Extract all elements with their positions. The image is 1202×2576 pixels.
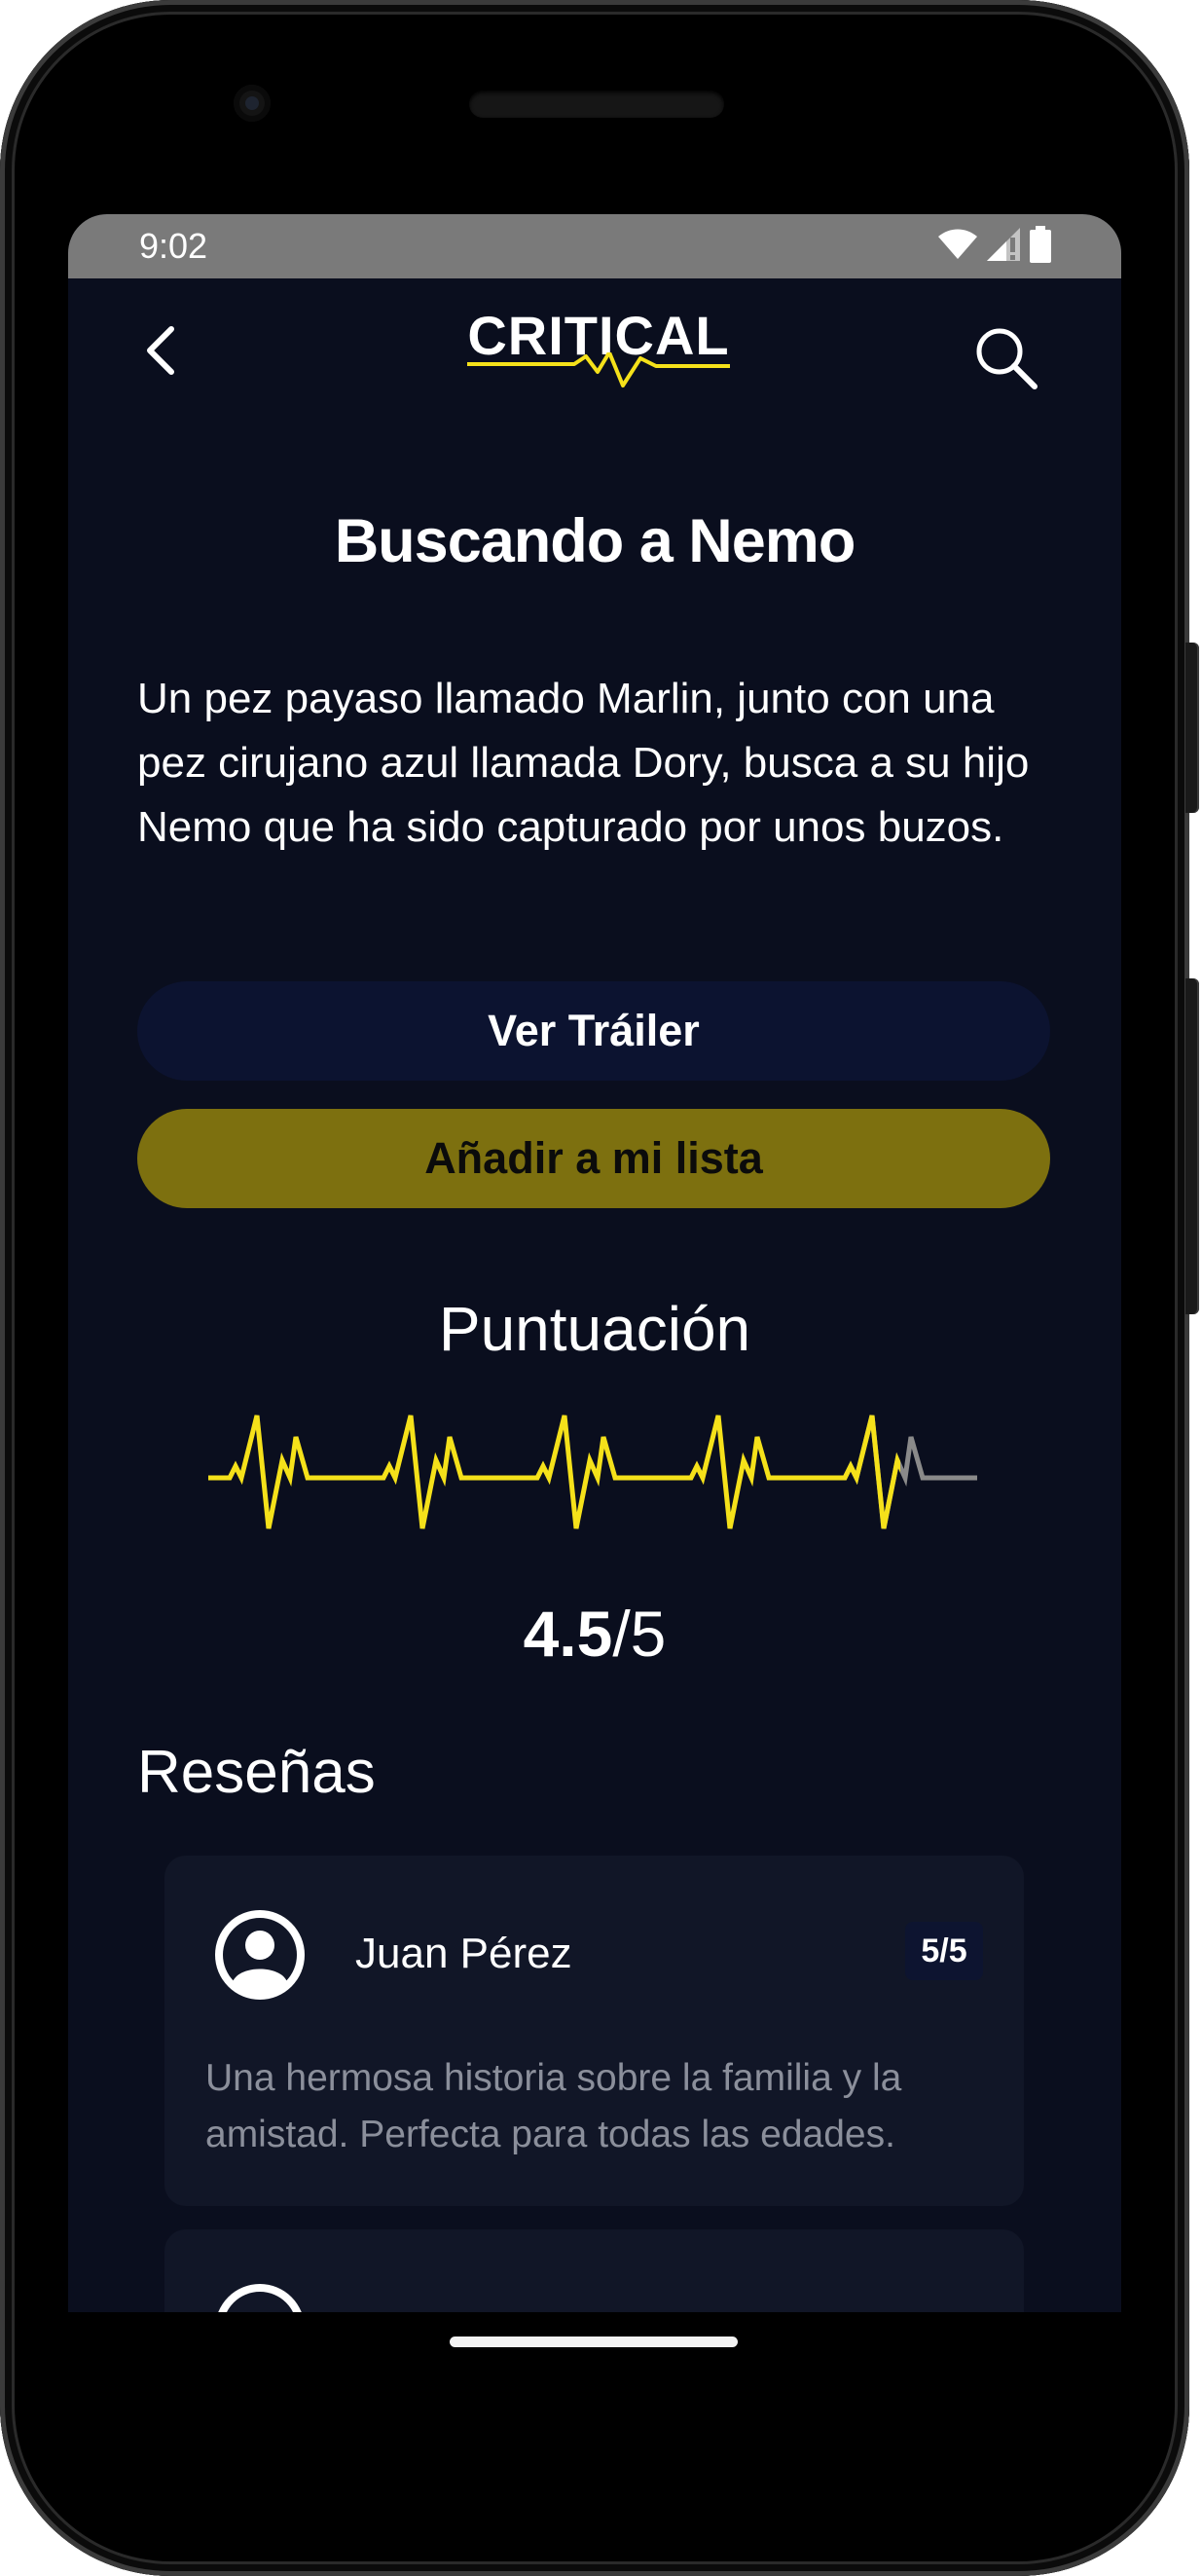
movie-synopsis: Un pez payaso llamado Marlin, junto con … [137, 675, 1030, 851]
score-beat [670, 1415, 823, 1529]
review-card[interactable] [164, 2229, 1024, 2312]
review-text: Una hermosa historia sobre la familia y … [205, 2057, 902, 2155]
status-icons [938, 225, 1051, 268]
search-button[interactable] [969, 321, 1043, 395]
front-camera [234, 85, 271, 122]
review-card[interactable]: Juan Pérez 5/5 Una hermosa historia sobr… [164, 1856, 1024, 2206]
review-author: Juan Pérez [355, 1930, 572, 1977]
score-max: /5 [612, 1598, 667, 1670]
score-beat [516, 1415, 670, 1529]
volume-button [1185, 978, 1199, 1314]
app-logo: CRITICAL [467, 304, 730, 397]
phone-frame: 9:02 CRITICAL Buscando a Nemo Un pez pay… [0, 0, 1202, 2576]
status-bar: 9:02 [68, 214, 1121, 278]
score-heartbeat-meter [208, 1415, 977, 1529]
score-beat-partial [823, 1415, 900, 1529]
watch-trailer-button[interactable]: Ver Tráiler [137, 981, 1050, 1081]
reviews-title: Reseñas [137, 1739, 376, 1806]
wifi-icon [938, 229, 977, 265]
score-value: 4.5/5 [68, 1597, 1121, 1671]
user-avatar-icon [218, 2284, 302, 2312]
user-avatar-icon [215, 1910, 305, 2000]
back-button[interactable] [136, 326, 183, 375]
score-number: 4.5 [523, 1598, 613, 1670]
movie-title: Buscando a Nemo [334, 507, 856, 575]
score-beat [362, 1415, 516, 1529]
app-screen: 9:02 CRITICAL Buscando a Nemo Un pez pay… [68, 214, 1121, 2312]
chevron-left-icon [147, 326, 174, 375]
logo-heartbeat-line [467, 352, 730, 387]
status-time: 9:02 [139, 226, 208, 266]
battery-icon [1030, 225, 1051, 268]
review-rating-badge: 5/5 [905, 1922, 983, 1980]
add-to-list-button[interactable]: Añadir a mi lista [137, 1109, 1050, 1208]
home-indicator[interactable] [450, 2337, 738, 2347]
power-button [1185, 643, 1199, 813]
app-header: CRITICAL [68, 278, 1121, 415]
earpiece-speaker [469, 91, 724, 118]
search-icon [976, 328, 1038, 389]
signal-icon [987, 227, 1020, 266]
score-title: Puntuación [438, 1294, 751, 1364]
score-beat [208, 1415, 362, 1529]
